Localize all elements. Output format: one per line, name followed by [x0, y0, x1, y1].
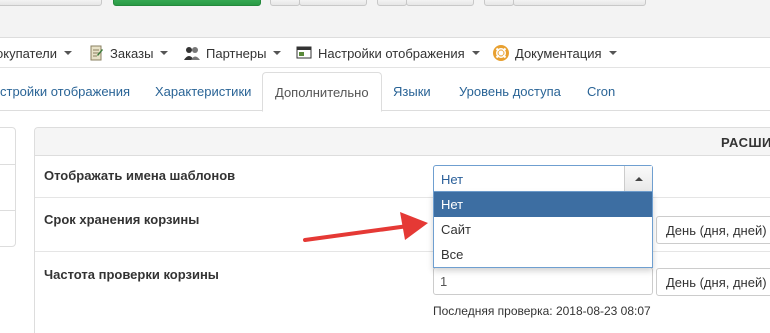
annotation-arrow-icon: [303, 212, 428, 242]
